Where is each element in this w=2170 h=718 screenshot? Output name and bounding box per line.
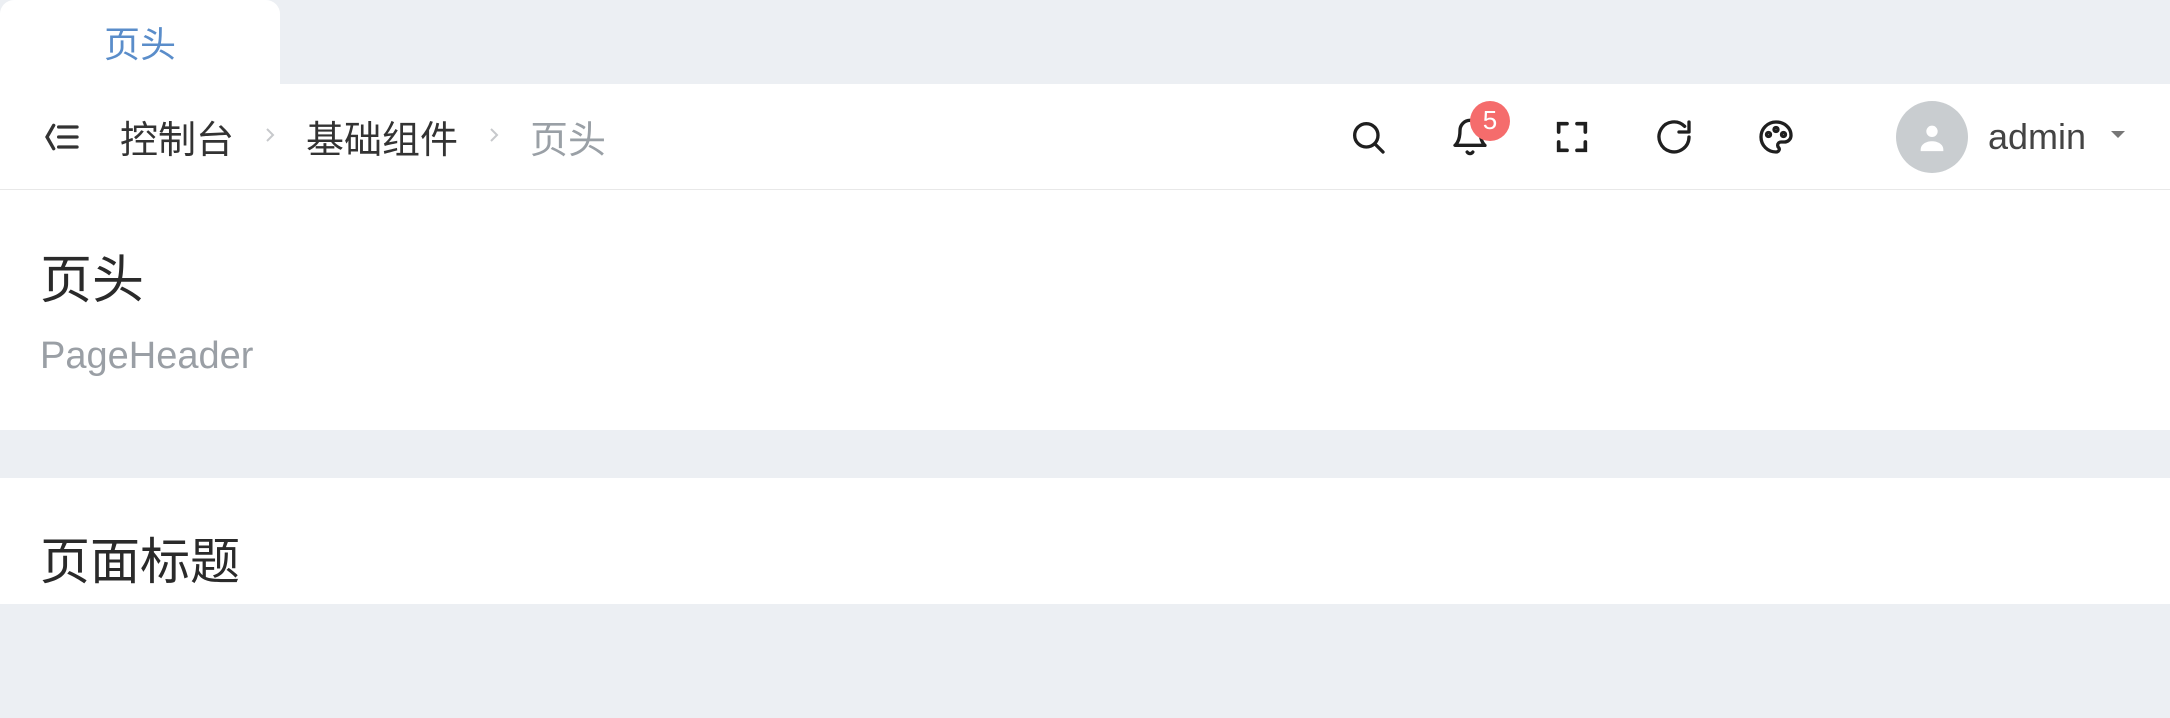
chevron-right-icon [482, 123, 506, 147]
chevron-down-icon [2106, 122, 2130, 151]
collapse-sidebar-button[interactable] [40, 115, 84, 159]
tab-page-header[interactable]: 页头 [0, 0, 280, 84]
page-title: 页头 [40, 238, 2130, 313]
notifications-button[interactable]: 5 [1448, 115, 1492, 159]
chevron-right-icon [258, 123, 282, 147]
tabs-bar: 页头 [0, 0, 2170, 84]
breadcrumb: 控制台 基础组件 页头 [120, 109, 606, 164]
notification-badge: 5 [1470, 101, 1510, 141]
header-toolbar: 控制台 基础组件 页头 5 [0, 84, 2170, 190]
breadcrumb-item-current: 页头 [530, 109, 606, 164]
refresh-icon [1654, 117, 1694, 157]
fullscreen-button[interactable] [1550, 115, 1594, 159]
avatar [1896, 101, 1968, 173]
section-title: 页面标题 [40, 522, 2130, 594]
user-icon [1915, 120, 1949, 154]
section-block: 页面标题 [0, 478, 2170, 604]
layout-gap [0, 430, 2170, 478]
fullscreen-icon [1552, 117, 1592, 157]
user-name-label: admin [1988, 116, 2086, 158]
breadcrumb-separator [258, 118, 282, 155]
tab-label: 页头 [104, 16, 176, 68]
palette-icon [1756, 117, 1796, 157]
breadcrumb-item-components[interactable]: 基础组件 [306, 109, 458, 164]
page-subtitle: PageHeader [40, 335, 2130, 378]
theme-button[interactable] [1754, 115, 1798, 159]
page-header-block: 页头 PageHeader [0, 190, 2170, 430]
menu-collapse-icon [42, 117, 82, 157]
breadcrumb-item-console[interactable]: 控制台 [120, 109, 234, 164]
refresh-button[interactable] [1652, 115, 1696, 159]
search-icon [1348, 117, 1388, 157]
breadcrumb-separator [482, 118, 506, 155]
user-menu[interactable]: admin [1896, 101, 2130, 173]
header-actions: 5 [1346, 101, 2130, 173]
search-button[interactable] [1346, 115, 1390, 159]
